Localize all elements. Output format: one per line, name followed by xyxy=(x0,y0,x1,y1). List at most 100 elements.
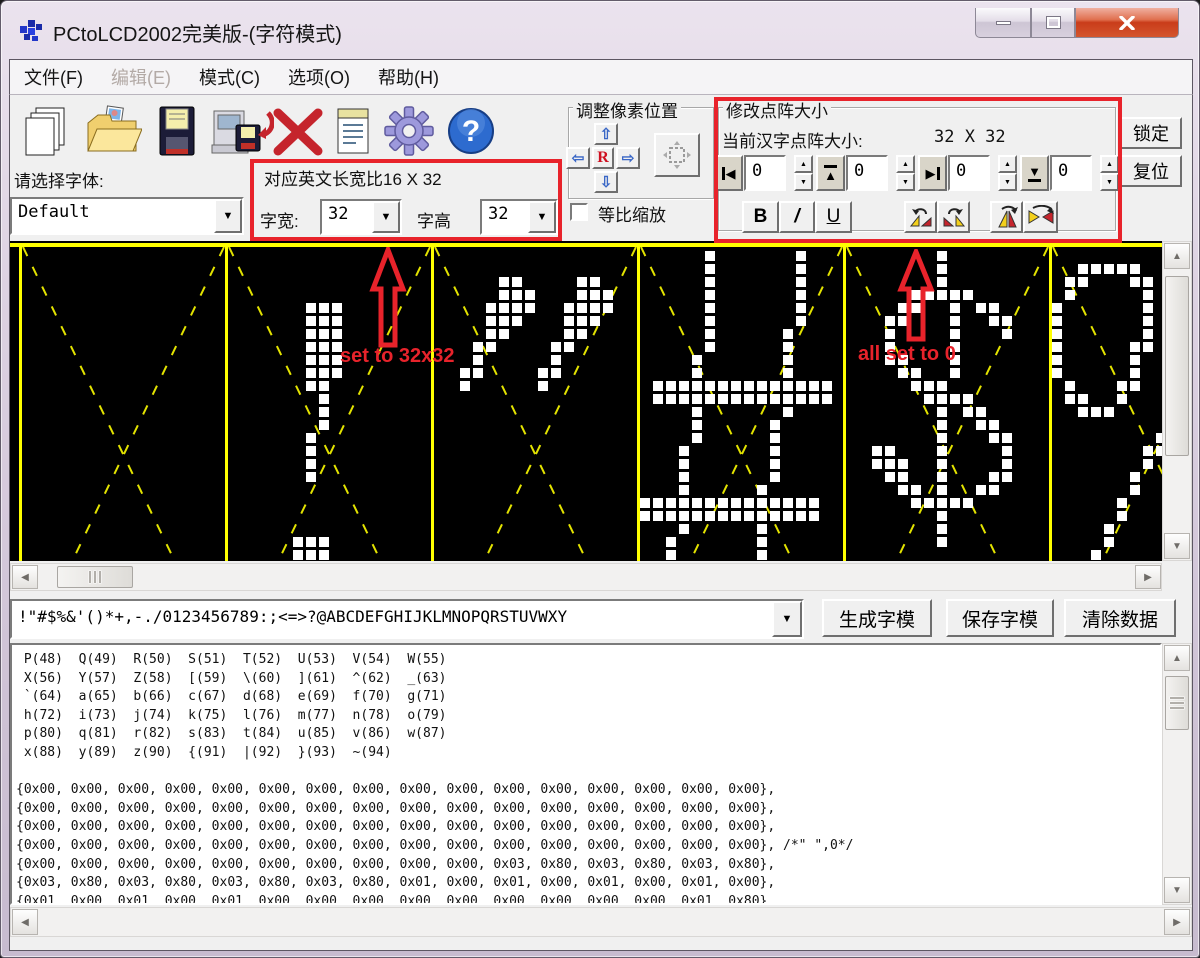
menu-edit[interactable]: 编辑(E) xyxy=(97,60,185,94)
menu-help[interactable]: 帮助(H) xyxy=(364,60,453,94)
font-combo-dropdown-icon[interactable]: ▼ xyxy=(214,199,242,233)
settings-gear-icon[interactable] xyxy=(382,103,436,159)
svg-text:?: ? xyxy=(462,115,480,148)
rotate-left-button[interactable] xyxy=(904,201,937,233)
font-select-value: Default xyxy=(12,199,214,233)
view-code-icon[interactable] xyxy=(332,103,374,159)
ascii-ratio-label: 对应英文长宽比16 X 32 xyxy=(264,165,442,190)
pixel-position-title: 调整像素位置 xyxy=(573,97,681,122)
preview-scroll-right-icon[interactable]: ▶ xyxy=(1135,565,1161,589)
pad-right-icon[interactable]: ▶ xyxy=(918,155,947,191)
close-button[interactable] xyxy=(1075,8,1179,38)
menu-bar: 文件(F) 编辑(E) 模式(C) 选项(O) 帮助(H) xyxy=(9,59,1193,95)
delete-icon[interactable] xyxy=(272,105,324,157)
up-arrow-icon: ⇧ xyxy=(600,125,613,143)
output-scroll-right-icon[interactable]: ▶ xyxy=(1164,909,1190,935)
flip-horizontal-button[interactable] xyxy=(1023,201,1058,233)
preview-scroll-down-icon[interactable]: ▼ xyxy=(1164,533,1190,559)
new-file-icon[interactable] xyxy=(20,103,72,159)
menu-options[interactable]: 选项(O) xyxy=(274,60,364,94)
menu-mode[interactable]: 模式(C) xyxy=(185,60,274,94)
app-icon xyxy=(17,16,45,44)
save-font-button[interactable]: 保存字模 xyxy=(946,599,1054,637)
underline-button[interactable]: U xyxy=(815,201,852,233)
pad-bottom-spinner[interactable]: ▲▼ xyxy=(1100,155,1119,191)
left-arrow-icon: ⇦ xyxy=(572,149,585,167)
flip-vertical-button[interactable] xyxy=(990,201,1023,233)
maximize-icon xyxy=(1047,17,1060,28)
clear-data-button[interactable]: 清除数据 xyxy=(1064,599,1176,637)
preview-scroll-up-icon[interactable]: ▲ xyxy=(1164,243,1190,269)
rotate-right-button[interactable] xyxy=(937,201,970,233)
char-strip-value: !"#$%&'()*+,-./0123456789:;<=>?@ABCDEFGH… xyxy=(12,601,772,637)
pad-right-field[interactable]: 0 xyxy=(948,155,990,191)
close-icon xyxy=(1119,16,1135,30)
char-height-value: 32 xyxy=(482,201,528,233)
pad-left-icon[interactable]: ◀ xyxy=(714,155,743,191)
char-height-combobox[interactable]: 32 ▼ xyxy=(480,199,558,235)
reset-position-button[interactable]: R xyxy=(592,147,614,169)
menu-file[interactable]: 文件(F) xyxy=(10,60,97,94)
client-area: ? 请选择字体: Default ▼ 对应英文长宽比16 X 32 字宽: 32… xyxy=(9,95,1193,951)
bold-button[interactable]: B xyxy=(742,201,779,233)
char-width-dropdown-icon[interactable]: ▼ xyxy=(372,201,400,233)
char-height-label: 字高 xyxy=(417,207,451,232)
move-right-button[interactable]: ⇨ xyxy=(616,147,640,169)
preview-vscroll-thumb[interactable] xyxy=(1165,276,1189,456)
output-vscrollbar[interactable]: ▲ ▼ xyxy=(1162,643,1192,905)
move-down-button[interactable]: ⇩ xyxy=(594,171,618,193)
move-up-button[interactable]: ⇧ xyxy=(594,123,618,145)
pad-bottom-icon[interactable]: ▼ xyxy=(1020,155,1049,191)
lock-button[interactable]: 锁定 xyxy=(1120,117,1182,149)
output-scroll-left-icon[interactable]: ◀ xyxy=(12,909,38,935)
reset-button[interactable]: 复位 xyxy=(1120,155,1182,187)
generate-font-button[interactable]: 生成字模 xyxy=(822,599,932,637)
flip-horizontal-icon xyxy=(1027,205,1055,229)
dot-matrix-preview[interactable] xyxy=(10,241,1162,561)
app-window: PCtoLCD2002完美版-(字符模式) 文件(F) 编辑(E) 模式(C) … xyxy=(0,0,1200,958)
proportional-scale-checkbox[interactable] xyxy=(570,203,588,221)
pad-left-field[interactable]: 0 xyxy=(744,155,786,191)
center-glyph-icon xyxy=(662,140,692,170)
font-select-combobox[interactable]: Default ▼ xyxy=(10,197,244,235)
pad-left-spinner[interactable]: ▲▼ xyxy=(794,155,813,191)
proportional-scale-label: 等比缩放 xyxy=(598,201,666,226)
output-scroll-down-icon[interactable]: ▼ xyxy=(1164,877,1190,903)
maximize-button[interactable] xyxy=(1031,8,1075,38)
minimize-button[interactable] xyxy=(975,8,1031,38)
pad-right-spinner[interactable]: ▲▼ xyxy=(998,155,1017,191)
title-bar: PCtoLCD2002完美版-(字符模式) xyxy=(1,1,1199,59)
save-icon[interactable] xyxy=(154,103,200,159)
char-height-dropdown-icon[interactable]: ▼ xyxy=(528,201,556,233)
output-hscrollbar[interactable]: ◀ ▶ xyxy=(10,907,1192,937)
preview-hscroll-thumb[interactable] xyxy=(57,566,133,588)
char-width-combobox[interactable]: 32 ▼ xyxy=(320,199,402,235)
preview-vscrollbar[interactable]: ▲ ▼ xyxy=(1162,241,1192,561)
minimize-icon xyxy=(996,21,1011,25)
rotate-left-icon xyxy=(908,205,934,229)
move-left-button[interactable]: ⇦ xyxy=(566,147,590,169)
down-arrow-icon: ⇩ xyxy=(600,173,613,191)
current-size-value: 32 X 32 xyxy=(934,127,1006,147)
preview-hscrollbar[interactable]: ◀ ▶ xyxy=(10,563,1162,591)
center-glyph-button[interactable] xyxy=(654,133,700,177)
pad-bottom-field[interactable]: 0 xyxy=(1050,155,1092,191)
font-data-output[interactable]: P(48) Q(49) R(50) S(51) T(52) U(53) V(54… xyxy=(10,643,1162,905)
save-as-icon[interactable] xyxy=(210,103,274,159)
char-width-value: 32 xyxy=(322,201,372,233)
pad-top-icon[interactable]: ▲ xyxy=(816,155,845,191)
rotate-right-icon xyxy=(941,205,967,229)
output-scroll-up-icon[interactable]: ▲ xyxy=(1164,645,1190,671)
char-width-label: 字宽: xyxy=(260,207,299,232)
pad-top-field[interactable]: 0 xyxy=(846,155,888,191)
italic-button[interactable]: / xyxy=(779,201,815,233)
char-strip-combobox[interactable]: !"#$%&'()*+,-./0123456789:;<=>?@ABCDEFGH… xyxy=(10,599,804,639)
preview-scroll-left-icon[interactable]: ◀ xyxy=(12,565,38,589)
output-vscroll-thumb[interactable] xyxy=(1165,676,1189,730)
pad-top-spinner[interactable]: ▲▼ xyxy=(896,155,915,191)
open-file-icon[interactable] xyxy=(84,103,142,159)
font-select-label: 请选择字体: xyxy=(14,167,104,192)
help-icon[interactable]: ? xyxy=(444,103,498,159)
char-strip-dropdown-icon[interactable]: ▼ xyxy=(772,601,802,637)
reset-r-label: R xyxy=(597,149,609,167)
